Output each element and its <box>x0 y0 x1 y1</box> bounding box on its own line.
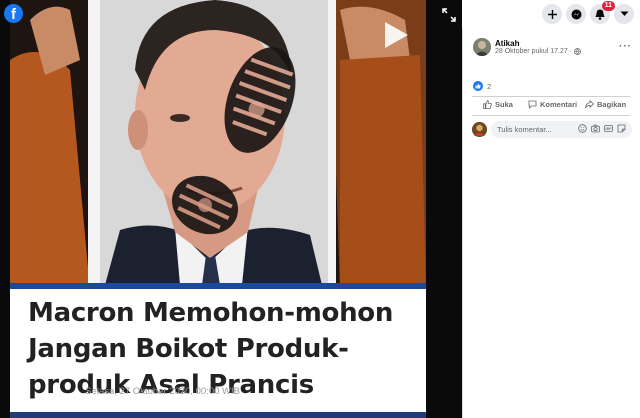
facebook-logo[interactable]: f <box>4 4 23 23</box>
comment-label: Komentari <box>540 100 578 109</box>
divider <box>472 96 630 97</box>
reaction-count: 2 <box>487 81 492 91</box>
like-label: Suka <box>495 100 513 109</box>
emoji-icon[interactable] <box>578 124 587 133</box>
post-meta: 28 Oktober pukul 17.27 · <box>495 48 582 55</box>
comment-button[interactable]: Komentari <box>528 100 577 109</box>
thumbs-up-icon <box>483 100 492 109</box>
like-button[interactable]: Suka <box>483 100 513 109</box>
comment-icon <box>528 100 537 109</box>
headline-date: Selasa, 27 Oktober 2020, 00:00 WIB <box>85 386 240 397</box>
post-timestamp[interactable]: 28 Oktober pukul 17.27 <box>495 48 568 55</box>
reaction-summary[interactable]: 2 <box>473 81 491 91</box>
notifications-button[interactable]: 11 <box>590 1 615 24</box>
comment-placeholder: Tulis komentar... <box>497 125 552 134</box>
camera-icon[interactable] <box>591 124 600 133</box>
plus-icon <box>547 9 557 19</box>
notification-badge: 11 <box>601 1 615 11</box>
chevron-down-icon <box>620 11 628 16</box>
divider <box>472 115 630 116</box>
share-label: Bagikan <box>597 100 627 109</box>
media-viewer: Macron Memohon-mohon Jangan Boikot Produ… <box>0 0 462 418</box>
share-icon <box>585 100 594 109</box>
account-menu-button[interactable] <box>614 4 634 24</box>
more-options-icon[interactable]: ··· <box>619 41 632 52</box>
current-user-avatar[interactable] <box>472 122 487 137</box>
headline-accent-bar <box>10 283 426 289</box>
sticker-icon[interactable] <box>617 124 626 133</box>
share-button[interactable]: Bagikan <box>585 100 626 109</box>
like-reaction-icon <box>473 81 483 91</box>
play-icon[interactable] <box>382 20 410 50</box>
svg-text:GIF: GIF <box>606 127 613 131</box>
gif-icon[interactable]: GIF <box>604 124 613 133</box>
bottom-strip <box>10 412 426 418</box>
fullscreen-icon[interactable] <box>442 8 456 22</box>
globe-icon <box>574 48 582 55</box>
create-button[interactable] <box>542 4 562 24</box>
author-avatar[interactable] <box>473 38 491 56</box>
messenger-button[interactable] <box>566 4 586 24</box>
messenger-icon <box>571 9 581 19</box>
meta-separator: · <box>569 48 573 55</box>
top-bar: 11 <box>462 0 640 28</box>
post-side-panel <box>462 0 640 418</box>
author-name[interactable]: Atikah <box>495 39 519 48</box>
